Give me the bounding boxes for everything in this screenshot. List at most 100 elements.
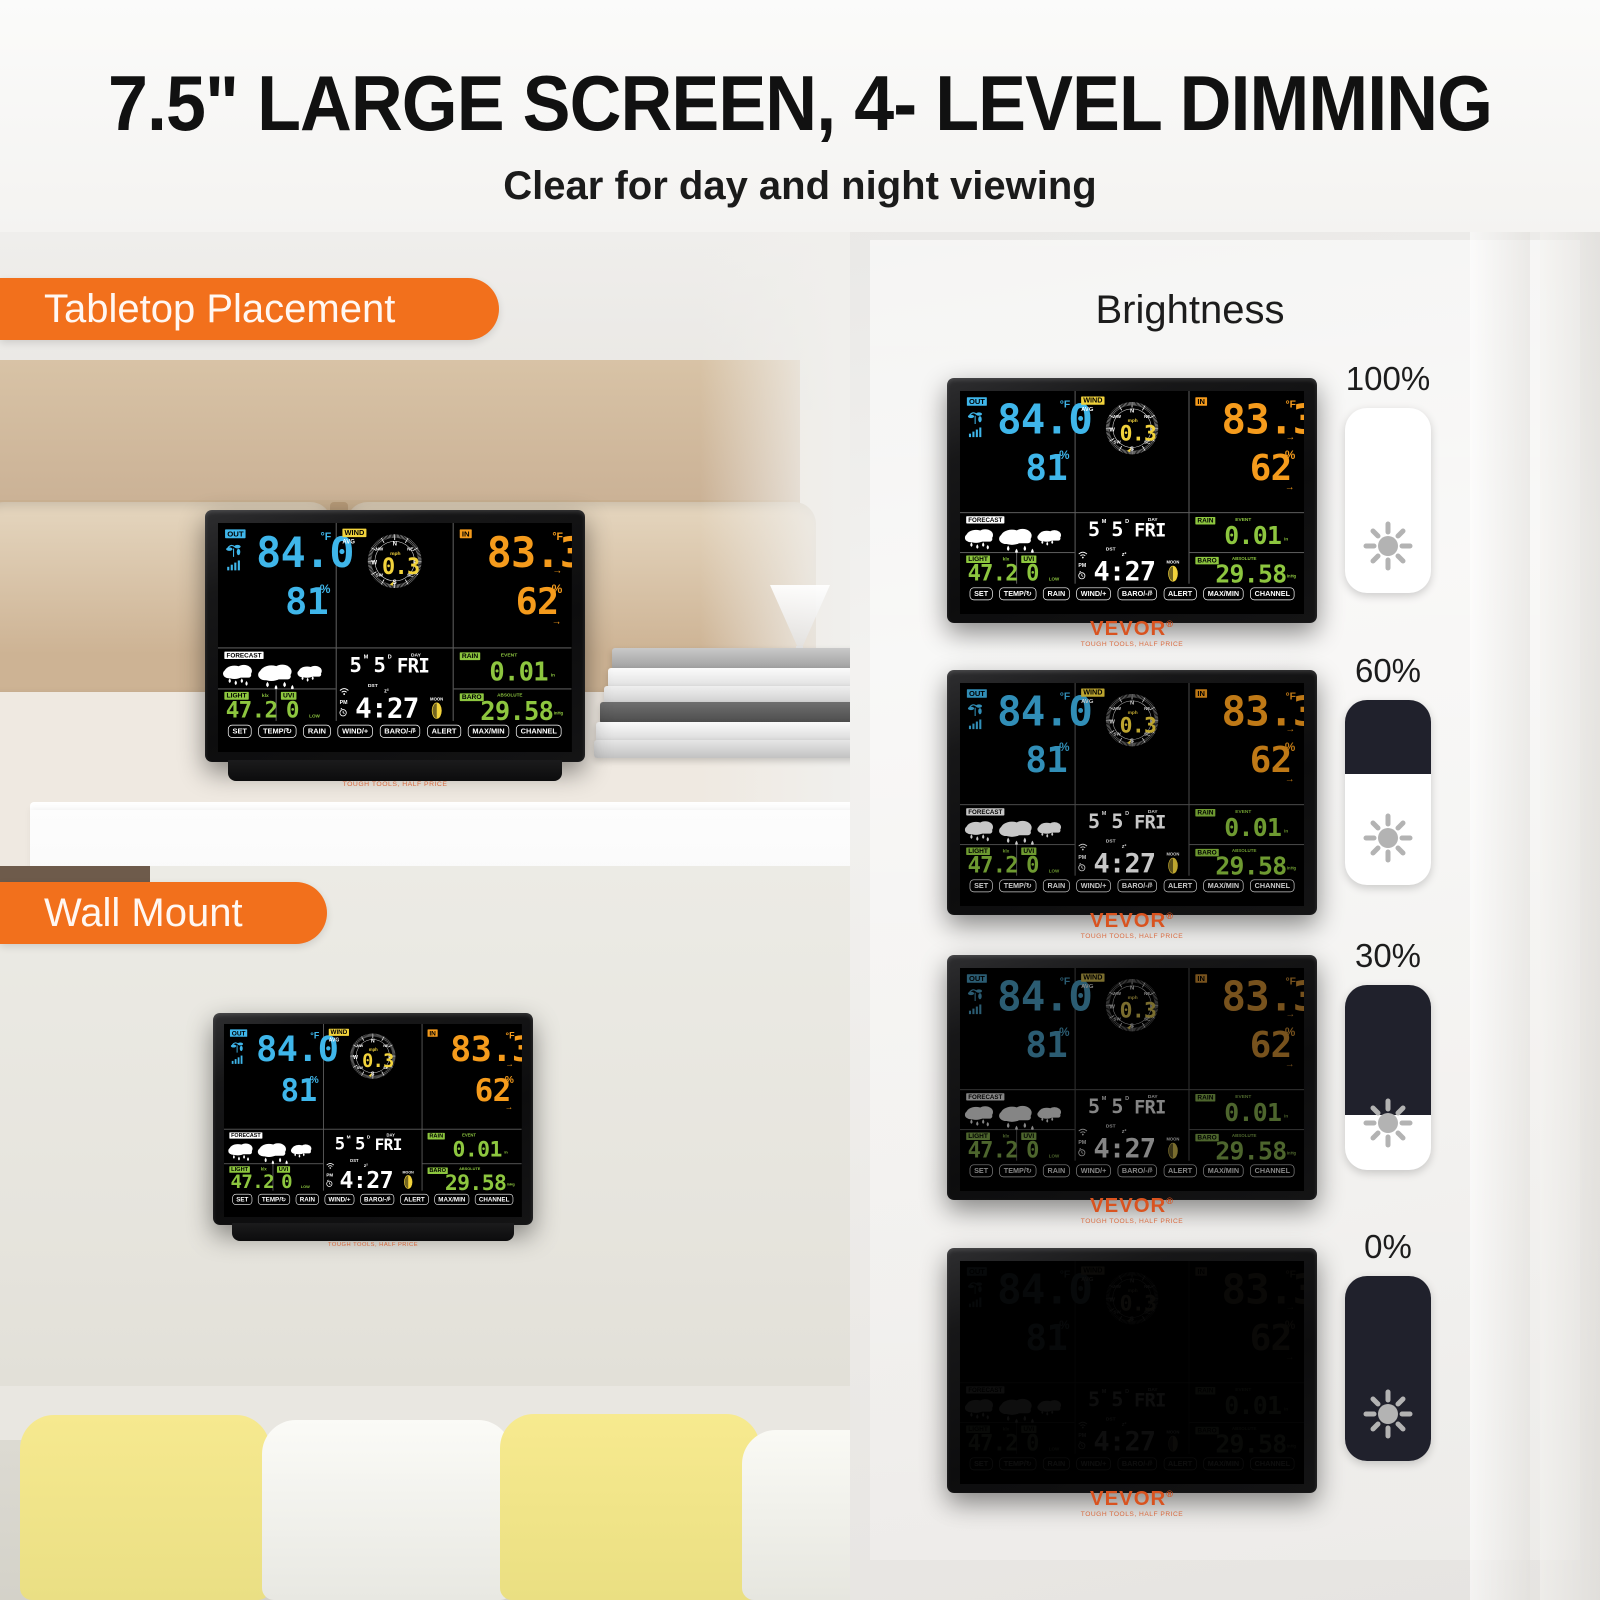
lcd-button[interactable]: SET	[969, 1164, 993, 1177]
lcd-button[interactable]: TEMP/↻	[999, 1164, 1037, 1177]
lcd-button[interactable]: WIND/+	[1076, 587, 1111, 600]
lcd-button[interactable]: ALERT	[1163, 587, 1197, 600]
grid-line-v2	[1188, 390, 1190, 584]
moon-phase-icon	[404, 1175, 413, 1190]
lcd-button[interactable]: SET	[232, 1193, 253, 1205]
in-label: IN	[1195, 689, 1208, 698]
wind-sensor-icon	[967, 989, 982, 1015]
lcd-button[interactable]: RAIN	[1042, 1457, 1070, 1470]
moon-label: MOON	[430, 696, 444, 702]
brightness-sun-icon	[1362, 520, 1414, 577]
lcd-button[interactable]: BARO/-/ᵝ	[379, 724, 421, 738]
compass-w: W	[353, 1054, 359, 1061]
wifi-icon	[326, 1163, 335, 1169]
lcd-button[interactable]: MAX/MIN	[468, 724, 510, 738]
brightness-slider-30[interactable]	[1345, 985, 1431, 1170]
snooze-icon	[339, 708, 348, 717]
lcd-button[interactable]: SET	[969, 879, 993, 892]
lcd-button[interactable]: TEMP/↻	[999, 1457, 1037, 1470]
lcd-button[interactable]: BARO/-/ᵝ	[360, 1193, 395, 1205]
lcd-button[interactable]: ALERT	[400, 1193, 429, 1205]
date-month: 5	[1087, 1387, 1100, 1411]
lcd-button[interactable]: MAX/MIN	[1203, 879, 1244, 892]
weekday: FRI	[374, 1135, 403, 1154]
lcd-button[interactable]: RAIN	[1042, 1164, 1070, 1177]
lcd-button[interactable]: BARO/-/ᵝ	[1117, 1457, 1157, 1470]
brightness-slider-100[interactable]	[1345, 408, 1431, 593]
pillow-yellow-right	[500, 1414, 760, 1600]
lcd-button[interactable]: CHANNEL	[1250, 1164, 1295, 1177]
indoor-temp-unit: °F	[505, 1030, 515, 1041]
lcd-button[interactable]: TEMP/↻	[258, 1193, 291, 1205]
snooze-icon	[326, 1179, 333, 1188]
grid-line-h2	[1189, 843, 1305, 846]
lcd-button[interactable]: ALERT	[427, 724, 462, 738]
indoor-humidity-trend-icon: →	[551, 615, 562, 627]
lcd-panel: OUT 84.0 °F 81 % WIND AVG N S E W NE NW …	[959, 682, 1305, 906]
lcd-button[interactable]: WIND/+	[1076, 879, 1111, 892]
compass-w: W	[1109, 718, 1115, 725]
rain-unit: in	[504, 1150, 508, 1155]
lcd-button[interactable]: WIND/+	[1076, 1164, 1111, 1177]
lcd-button[interactable]: CHANNEL	[1250, 1457, 1295, 1470]
lcd-button[interactable]: RAIN	[1042, 879, 1070, 892]
lcd-button[interactable]: WIND/+	[1076, 1457, 1111, 1470]
lcd-button[interactable]: RAIN	[1042, 587, 1070, 600]
lcd-button[interactable]: SET	[969, 587, 993, 600]
lcd-button[interactable]: RAIN	[303, 724, 331, 738]
brightness-slider-0[interactable]	[1345, 1276, 1431, 1461]
grid-line-h2	[1189, 1128, 1305, 1131]
compass-n: N	[1129, 1277, 1135, 1284]
compass-nw: NW	[375, 546, 384, 552]
compass-w: W	[1109, 1296, 1115, 1303]
lcd-button[interactable]: SET	[969, 1457, 993, 1470]
wifi-icon	[1078, 1128, 1088, 1136]
forecast-rain-icon	[964, 820, 1061, 845]
lcd-panel: OUT 84.0 °F 81 % WIND AVG N S E W NE NW …	[224, 1024, 522, 1218]
lcd-button[interactable]: WIND/+	[324, 1193, 355, 1205]
compass-n: N	[371, 1038, 375, 1045]
outdoor-humidity-unit: %	[1059, 448, 1070, 462]
uvi-level: LOW	[309, 713, 321, 720]
lcd-button[interactable]: CHANNEL	[1250, 587, 1295, 600]
lcd-button[interactable]: CHANNEL	[1250, 879, 1295, 892]
lcd-button[interactable]: CHANNEL	[516, 724, 562, 738]
lcd-button[interactable]: TEMP/↻	[999, 587, 1037, 600]
lcd-button[interactable]: ALERT	[1163, 1457, 1197, 1470]
grid-line-h	[959, 1089, 1305, 1091]
date-day-tag: D	[1125, 810, 1130, 817]
wind-label: WIND	[328, 1028, 350, 1037]
lcd-button[interactable]: MAX/MIN	[1203, 1457, 1244, 1470]
lcd-button[interactable]: TEMP/↻	[258, 724, 297, 738]
wifi-icon	[1078, 843, 1088, 851]
light-value: 47.2	[967, 560, 1019, 587]
indoor-temp-trend-icon: →	[552, 564, 563, 576]
wind-label: WIND	[1081, 1266, 1105, 1275]
meridiem: PM	[339, 699, 348, 706]
rain-value: 0.01	[1224, 813, 1282, 842]
uvi-value: 0	[286, 697, 300, 724]
compass-n: N	[1129, 699, 1135, 706]
wind-mode: AVG	[1081, 405, 1094, 413]
lcd-button[interactable]: MAX/MIN	[1203, 1164, 1244, 1177]
dst-label: DST	[1105, 1416, 1116, 1422]
lcd-button[interactable]: ALERT	[1163, 1164, 1197, 1177]
brightness-slider-60[interactable]	[1345, 700, 1431, 885]
out-label: OUT	[966, 397, 987, 406]
lcd-button[interactable]: MAX/MIN	[434, 1193, 470, 1205]
grid-line-h2	[1189, 551, 1305, 554]
lcd-button[interactable]: SET	[228, 724, 252, 738]
lcd-button[interactable]: CHANNEL	[475, 1193, 514, 1205]
lcd-button[interactable]: BARO/-/ᵝ	[1117, 1164, 1157, 1177]
lcd-button[interactable]: MAX/MIN	[1203, 587, 1244, 600]
lcd-button[interactable]: ALERT	[1163, 879, 1197, 892]
indoor-humidity-unit: %	[1284, 1025, 1296, 1039]
weather-station-brightness-0: OUT 84.0 °F 81 % WIND AVG N S E W NE NW …	[947, 1248, 1317, 1518]
lcd-button[interactable]: WIND/+	[337, 724, 374, 738]
lcd-button[interactable]: BARO/-/ᵝ	[1117, 879, 1157, 892]
weekday: FRI	[397, 655, 430, 678]
lcd-button[interactable]: TEMP/↻	[999, 879, 1037, 892]
lcd-button[interactable]: RAIN	[296, 1193, 320, 1205]
lcd-button[interactable]: BARO/-/ᵝ	[1117, 587, 1157, 600]
wind-speed: 0.3	[1119, 712, 1157, 738]
